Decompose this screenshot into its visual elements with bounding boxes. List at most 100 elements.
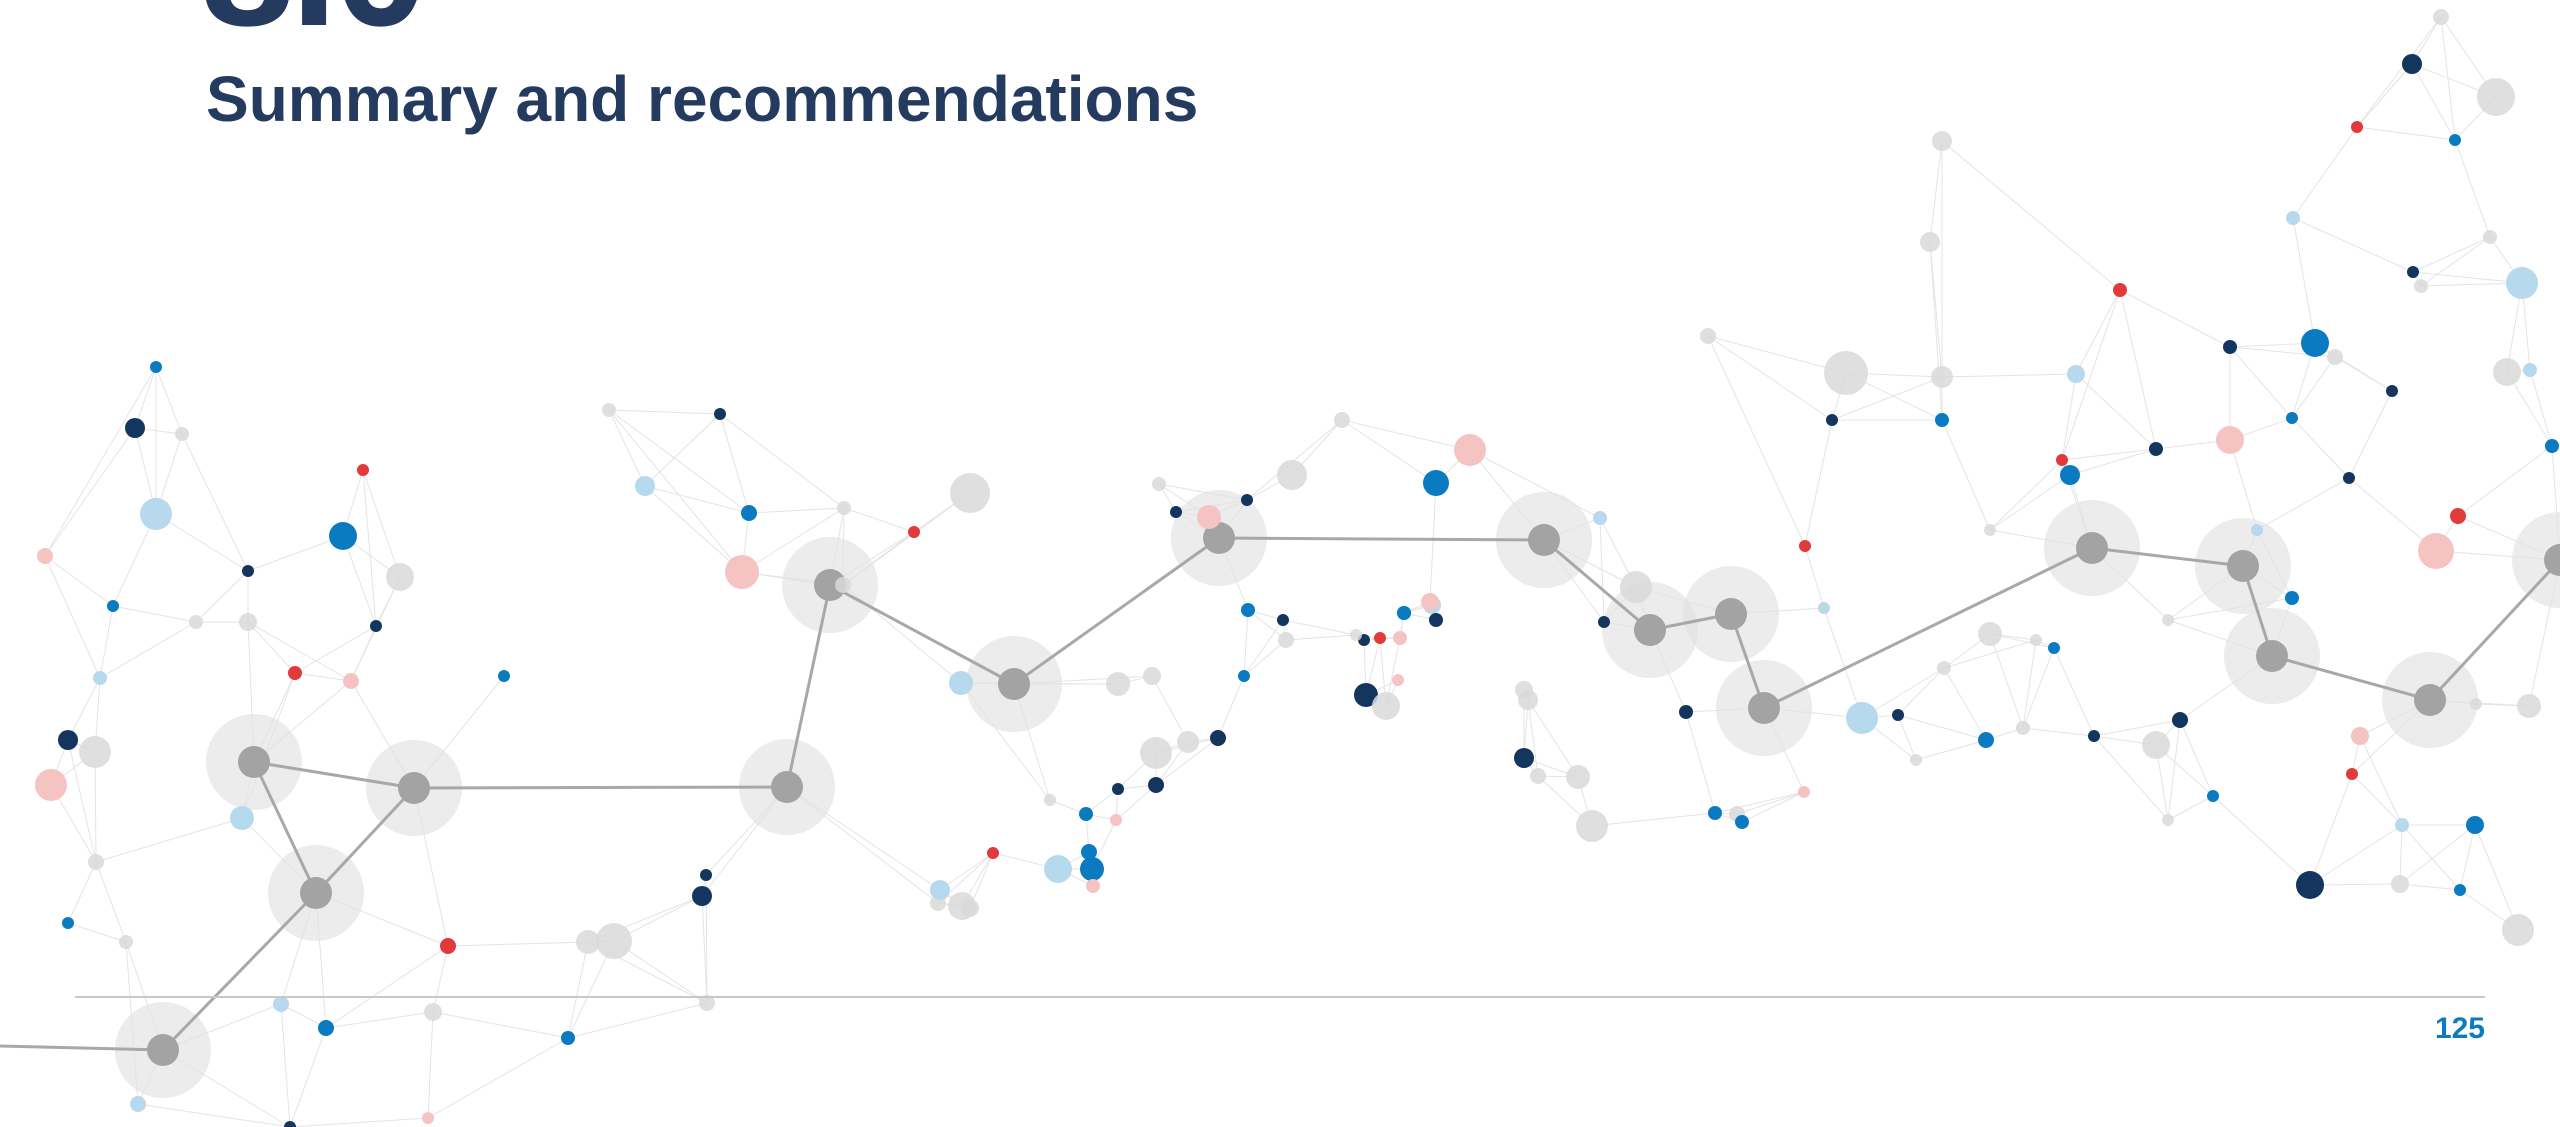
network-faint-edge bbox=[1707, 335, 1833, 421]
network-faint-edge bbox=[44, 427, 136, 557]
network-faint-edge bbox=[719, 413, 750, 514]
network-faint-edge bbox=[362, 469, 401, 578]
network-node bbox=[1826, 414, 1838, 426]
network-node bbox=[1679, 705, 1693, 719]
network-node bbox=[2483, 230, 2497, 244]
network-hub-node bbox=[147, 1034, 179, 1066]
network-node bbox=[2402, 54, 2422, 74]
network-node bbox=[1148, 777, 1164, 793]
network-node bbox=[175, 427, 189, 441]
network-faint-edge bbox=[1804, 545, 1825, 609]
network-main-edge bbox=[413, 785, 788, 790]
network-faint-edge bbox=[608, 409, 743, 573]
network-hub-node bbox=[771, 771, 803, 803]
network-faint-edge bbox=[2399, 883, 2461, 891]
network-node bbox=[357, 464, 369, 476]
network-faint-edge bbox=[67, 922, 127, 943]
network-node bbox=[1984, 524, 1996, 536]
network-faint-edge bbox=[1804, 419, 1833, 547]
network-node bbox=[2523, 363, 2537, 377]
network-node bbox=[1080, 857, 1104, 881]
network-node bbox=[2351, 121, 2363, 133]
network-faint-edge bbox=[1915, 739, 1987, 761]
network-node bbox=[1277, 460, 1307, 490]
network-node bbox=[2048, 642, 2060, 654]
network-node bbox=[242, 565, 254, 577]
network-node bbox=[1798, 786, 1810, 798]
network-node bbox=[741, 505, 757, 521]
network-faint-edge bbox=[350, 625, 377, 682]
network-node bbox=[1241, 494, 1253, 506]
network-faint-edge bbox=[2022, 639, 2037, 729]
network-faint-edges bbox=[44, 16, 2560, 1127]
network-node bbox=[1044, 855, 1072, 883]
network-faint-edge bbox=[2119, 289, 2231, 348]
network-node bbox=[440, 938, 456, 954]
network-faint-edge bbox=[2229, 439, 2258, 531]
network-faint-edge bbox=[1989, 459, 2063, 531]
network-faint-edge bbox=[247, 535, 344, 572]
network-node bbox=[2454, 884, 2466, 896]
network-node bbox=[239, 613, 257, 631]
network-faint-edge bbox=[2292, 217, 2414, 273]
network-node bbox=[1238, 670, 1250, 682]
network-faint-edge bbox=[432, 1011, 569, 1039]
network-faint-edge bbox=[1989, 633, 2024, 729]
network-faint-edge bbox=[2411, 63, 2456, 141]
network-faint-edge bbox=[2401, 824, 2461, 891]
network-node bbox=[1593, 511, 1607, 525]
network-node bbox=[987, 847, 999, 859]
network-faint-edge bbox=[2053, 647, 2095, 737]
network-node bbox=[1044, 794, 1056, 806]
network-node bbox=[1079, 807, 1093, 821]
network-node bbox=[35, 769, 67, 801]
footer-divider bbox=[75, 996, 2485, 998]
network-faint-edge bbox=[1943, 667, 1987, 741]
network-faint-edge bbox=[44, 555, 101, 679]
network-node bbox=[2113, 283, 2127, 297]
network-node bbox=[2067, 365, 2085, 383]
network-node bbox=[1278, 632, 1294, 648]
network-node bbox=[2466, 816, 2484, 834]
network-node bbox=[273, 996, 289, 1012]
network-faint-edge bbox=[294, 625, 377, 674]
network-hub-node bbox=[1528, 524, 1560, 556]
network-node bbox=[1515, 681, 1533, 699]
network-faint-edge bbox=[112, 605, 197, 623]
network-node bbox=[1978, 622, 2002, 646]
network-faint-edge bbox=[2022, 647, 2055, 729]
network-faint-edge bbox=[1151, 675, 1189, 743]
network-node bbox=[2088, 730, 2100, 742]
network-faint-edge bbox=[1941, 140, 2121, 291]
network-node bbox=[2493, 358, 2521, 386]
network-faint-edge bbox=[1591, 812, 1716, 827]
network-faint-edge bbox=[67, 677, 101, 741]
network-faint-edge bbox=[1285, 634, 1357, 641]
network-node bbox=[1350, 629, 1362, 641]
network-node bbox=[2346, 768, 2358, 780]
network-node bbox=[1392, 674, 1404, 686]
network-node bbox=[329, 522, 357, 550]
network-node bbox=[1700, 328, 1716, 344]
network-main-edge bbox=[1218, 536, 1545, 542]
network-node bbox=[837, 501, 851, 515]
network-node bbox=[2030, 634, 2042, 646]
network-faint-edge bbox=[2529, 369, 2553, 447]
network-faint-edge bbox=[247, 621, 296, 674]
network-node bbox=[62, 917, 74, 929]
network-node bbox=[140, 498, 172, 530]
network-node bbox=[93, 671, 107, 685]
network-node bbox=[950, 473, 990, 513]
network-faint-edge bbox=[427, 1011, 434, 1119]
network-faint-edge bbox=[2356, 16, 2442, 128]
network-node bbox=[2351, 727, 2369, 745]
network-faint-edge bbox=[1341, 419, 1437, 484]
network-node bbox=[1197, 505, 1221, 529]
network-faint-edge bbox=[155, 366, 183, 435]
network-node bbox=[1086, 879, 1100, 893]
network-node bbox=[1598, 616, 1610, 628]
network-faint-edge bbox=[2229, 346, 2293, 419]
network-node bbox=[370, 620, 382, 632]
network-node bbox=[2391, 875, 2409, 893]
network-node bbox=[318, 1020, 334, 1036]
